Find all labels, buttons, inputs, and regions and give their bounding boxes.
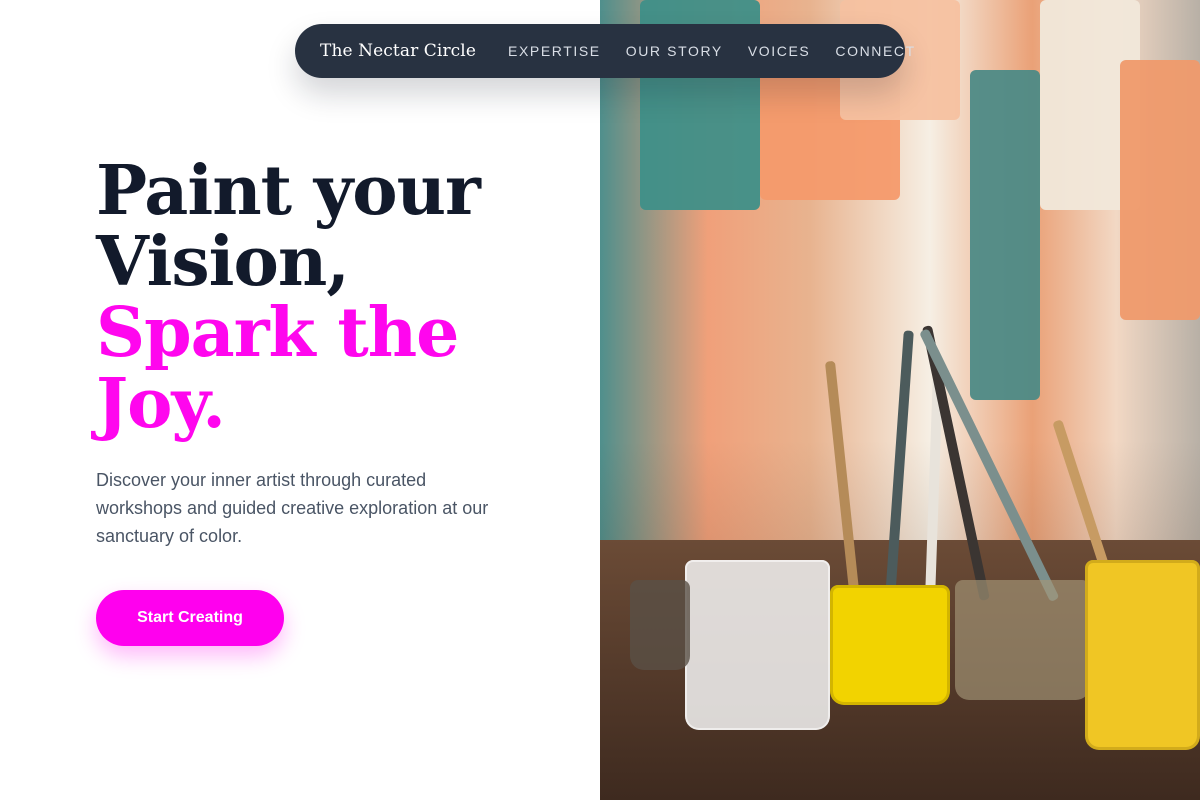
nav-link-our-story[interactable]: OUR STORY [626, 43, 723, 59]
paint-can [1085, 560, 1200, 750]
hero-title-line: Vision, [96, 222, 350, 302]
hero-title-accent-line: Spark the [96, 293, 459, 373]
hero-subtitle: Discover your inner artist through curat… [96, 470, 489, 546]
nav-link-connect[interactable]: CONNECT [835, 43, 915, 59]
nav-link-voices[interactable]: VOICES [748, 43, 811, 59]
hero-title-accent-line: Joy. [96, 364, 226, 444]
start-creating-button[interactable]: Start Creating [96, 590, 284, 646]
nav-links: EXPERTISE OUR STORY VOICES CONNECT [508, 43, 916, 59]
brand-logo-text[interactable]: The Nectar Circle [320, 41, 476, 61]
glass-jar [955, 580, 1090, 700]
small-jar [630, 580, 690, 670]
hero-title: Paint your Vision, Spark the Joy. [96, 156, 596, 440]
wall-paint-patch [970, 70, 1040, 400]
top-nav: The Nectar Circle EXPERTISE OUR STORY VO… [295, 24, 914, 78]
wall-paint-patch [1120, 60, 1200, 320]
hero-title-line: Paint your [96, 151, 481, 231]
nav-link-expertise[interactable]: EXPERTISE [508, 43, 601, 59]
paint-can [830, 585, 950, 705]
water-jar [685, 560, 830, 730]
hero-image-art-studio [600, 0, 1200, 800]
